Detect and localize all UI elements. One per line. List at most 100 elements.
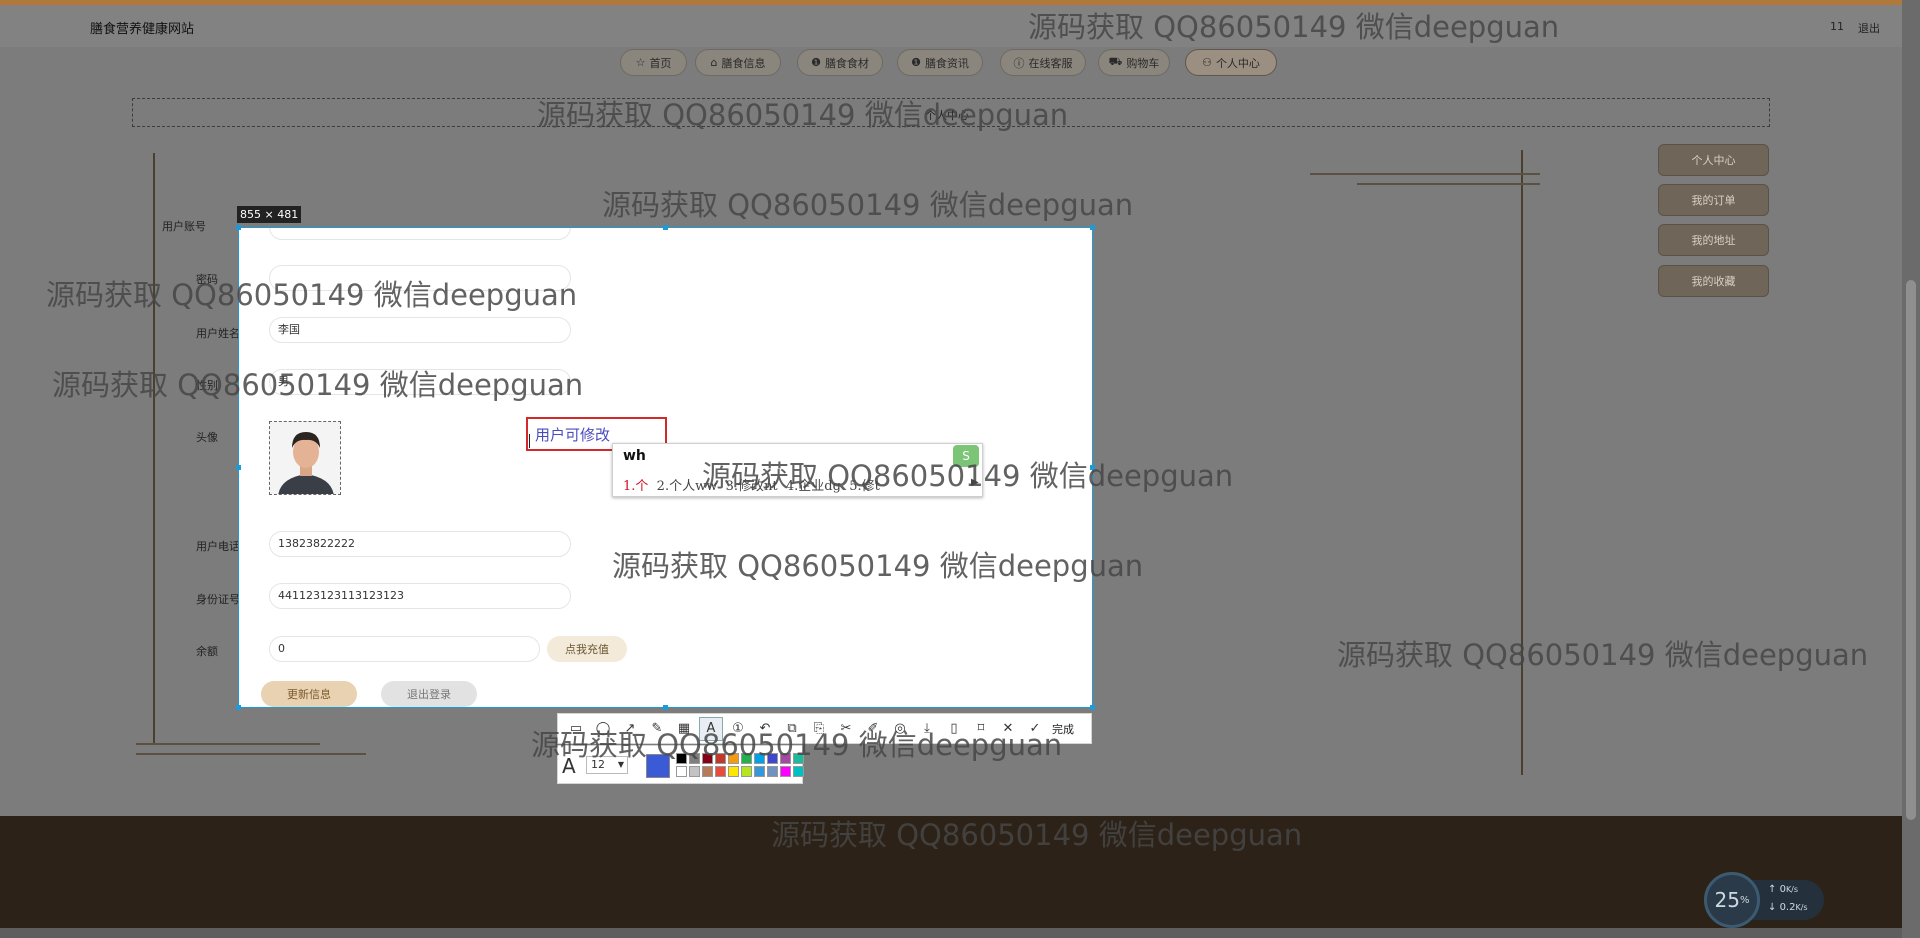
color-swatch[interactable] [676, 753, 687, 764]
ime-candidate-window[interactable]: wh ▶ S 1.个 2.个人ww 3.修改nt 4.企业dg 5.修t [612, 443, 983, 497]
nav-home[interactable]: ☆ 首页 [620, 49, 687, 76]
password-input[interactable] [269, 265, 571, 291]
text-style-bar: A 12 ▼ [557, 745, 804, 784]
ellipse-icon[interactable]: ◯ [591, 717, 615, 741]
name-input[interactable]: 李国 [269, 317, 571, 343]
nav-cart[interactable]: ⛟ 购物车 [1098, 49, 1170, 76]
phone-input[interactable]: 13823822222 [269, 531, 571, 557]
upload-speed: ↑ 0K/s [1768, 884, 1799, 895]
nav-personal-center[interactable]: ⚇ 个人中心 [1185, 49, 1277, 76]
ime-candidate[interactable]: 3.修改nt [726, 479, 778, 494]
download-icon[interactable]: ⤓ [915, 717, 939, 741]
next-page-icon[interactable]: ▶ [971, 477, 979, 488]
ime-candidate[interactable]: 1.个 [623, 479, 648, 494]
scrollbar-thumb[interactable] [1906, 280, 1916, 820]
color-swatch[interactable] [793, 766, 804, 777]
logout-button[interactable]: 退出登录 [381, 681, 477, 707]
mosaic-icon[interactable]: ▦ [672, 717, 696, 741]
balance-input[interactable]: 0 [269, 636, 540, 662]
resize-handle[interactable] [236, 705, 241, 710]
search-icon[interactable]: ◎ [888, 717, 912, 741]
close-icon[interactable]: ✕ [996, 717, 1020, 741]
sidebar-item-address[interactable]: 我的地址 [1658, 224, 1769, 256]
edit-icon[interactable]: ✐ [861, 717, 885, 741]
decorative-line [153, 153, 155, 743]
color-swatch[interactable] [767, 753, 778, 764]
number-marker-icon[interactable]: ① [726, 717, 750, 741]
recharge-button[interactable]: 点我充值 [547, 636, 627, 662]
color-swatch[interactable] [754, 766, 765, 777]
color-swatch[interactable] [715, 753, 726, 764]
translate-icon[interactable]: ⎘ [807, 717, 831, 741]
color-swatch[interactable] [702, 753, 713, 764]
nav-ingredients[interactable]: ❶ 膳食食材 [797, 49, 883, 76]
ime-candidate[interactable]: 4.企业dg [786, 479, 841, 494]
arrow-icon[interactable]: ↗ [618, 717, 642, 741]
color-swatch[interactable] [741, 753, 752, 764]
ime-candidate[interactable]: 2.个人ww [657, 479, 718, 494]
nav-label: 首页 [649, 56, 672, 70]
nav-label: 膳食信息 [721, 56, 766, 70]
breadcrumb: 个人中心 [925, 109, 969, 122]
gender-select[interactable]: 男 [269, 369, 571, 395]
color-swatch[interactable] [689, 766, 700, 777]
decorative-line [1521, 150, 1523, 775]
info-circle-icon: ❶ [911, 56, 921, 69]
nav-online-service[interactable]: ⓘ 在线客服 [1000, 49, 1086, 76]
info-icon: ⓘ [1013, 56, 1025, 70]
resize-handle[interactable] [1090, 225, 1095, 230]
bottom-edge [0, 928, 1920, 938]
color-swatch[interactable] [780, 766, 791, 777]
long-screenshot-icon[interactable]: ▯ [942, 717, 966, 741]
color-swatch[interactable] [728, 766, 739, 777]
resize-handle[interactable] [236, 225, 241, 230]
rectangle-icon[interactable]: ▭ [564, 717, 588, 741]
pin-icon[interactable]: ✂ [834, 717, 858, 741]
annotation-text[interactable]: 用户可修改 [535, 424, 610, 445]
color-swatch[interactable] [715, 766, 726, 777]
color-palette [676, 753, 804, 777]
pen-icon[interactable]: ✎ [645, 717, 669, 741]
site-title: 膳食营养健康网站 [90, 22, 195, 37]
nav-diet-info[interactable]: ⌂ 膳食信息 [695, 49, 781, 76]
color-swatch[interactable] [702, 766, 713, 777]
selected-color[interactable] [646, 754, 670, 778]
avatar[interactable] [269, 421, 341, 495]
color-swatch[interactable] [689, 753, 700, 764]
font-size-select[interactable]: 12 ▼ [586, 756, 628, 774]
color-swatch[interactable] [767, 766, 778, 777]
resize-handle[interactable] [1090, 705, 1095, 710]
sidebar-item-favorites[interactable]: 我的收藏 [1658, 265, 1769, 297]
network-speed-widget[interactable]: ↑ 0K/s ↓ 0.2K/s 25% [1704, 872, 1824, 928]
ime-candidate[interactable]: 5.修t [849, 479, 880, 494]
text-tool-icon[interactable]: A [699, 716, 723, 741]
resize-handle[interactable] [236, 465, 241, 470]
update-info-button[interactable]: 更新信息 [261, 681, 357, 707]
check-icon[interactable]: ✓ [1023, 717, 1047, 741]
color-swatch[interactable] [754, 753, 765, 764]
color-swatch[interactable] [793, 753, 804, 764]
resize-handle[interactable] [663, 705, 668, 710]
ime-candidates[interactable]: 1.个 2.个人ww 3.修改nt 4.企业dg 5.修t [623, 475, 880, 494]
info-circle-icon: ❶ [811, 56, 821, 69]
color-swatch[interactable] [780, 753, 791, 764]
ocr-icon[interactable]: ⧉ [780, 717, 804, 741]
color-swatch[interactable] [676, 766, 687, 777]
download-speed: ↓ 0.2K/s [1768, 902, 1808, 913]
header-logout-link[interactable]: 退出 [1858, 20, 1880, 36]
color-swatch[interactable] [728, 753, 739, 764]
header-username[interactable]: 11 [1830, 20, 1844, 33]
idcard-input[interactable]: 441123123113123123 [269, 583, 571, 609]
resize-handle[interactable] [663, 225, 668, 230]
bookmark-icon[interactable]: ⌑ [969, 717, 993, 741]
resize-handle[interactable] [1090, 465, 1095, 470]
color-swatch[interactable] [741, 766, 752, 777]
site-footer [0, 816, 1902, 928]
sidebar-item-personal-center[interactable]: 个人中心 [1658, 144, 1769, 176]
sidebar-item-orders[interactable]: 我的订单 [1658, 184, 1769, 216]
nav-news[interactable]: ❶ 膳食资讯 [897, 49, 983, 76]
username-input[interactable] [269, 228, 571, 240]
done-button[interactable]: 完成 [1052, 721, 1074, 737]
undo-icon[interactable]: ↶ [753, 717, 777, 741]
decorative-line [1310, 173, 1540, 175]
